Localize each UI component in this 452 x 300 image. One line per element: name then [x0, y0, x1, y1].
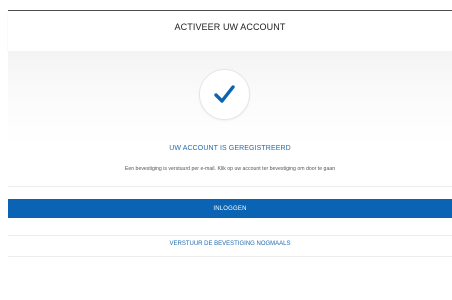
- page-title: ACTIVEER UW ACCOUNT: [174, 22, 286, 32]
- success-message: Een bevestiging is verstuurd per e-mail.…: [124, 166, 336, 172]
- resend-confirmation-link[interactable]: VERSTUUR DE BEVESTIGING NOGMAALS: [8, 241, 452, 247]
- success-title: UW ACCOUNT IS GEREGISTREERD: [169, 145, 291, 152]
- checkmark-icon: [214, 85, 235, 103]
- divider: [8, 256, 452, 257]
- login-button-label: INLOGGEN: [213, 205, 247, 212]
- divider: [8, 235, 452, 236]
- login-button[interactable]: INLOGGEN: [8, 199, 452, 218]
- header-bar: ACTIVEER UW ACCOUNT: [8, 11, 452, 51]
- divider: [8, 186, 452, 187]
- checkmark-badge: [199, 69, 250, 120]
